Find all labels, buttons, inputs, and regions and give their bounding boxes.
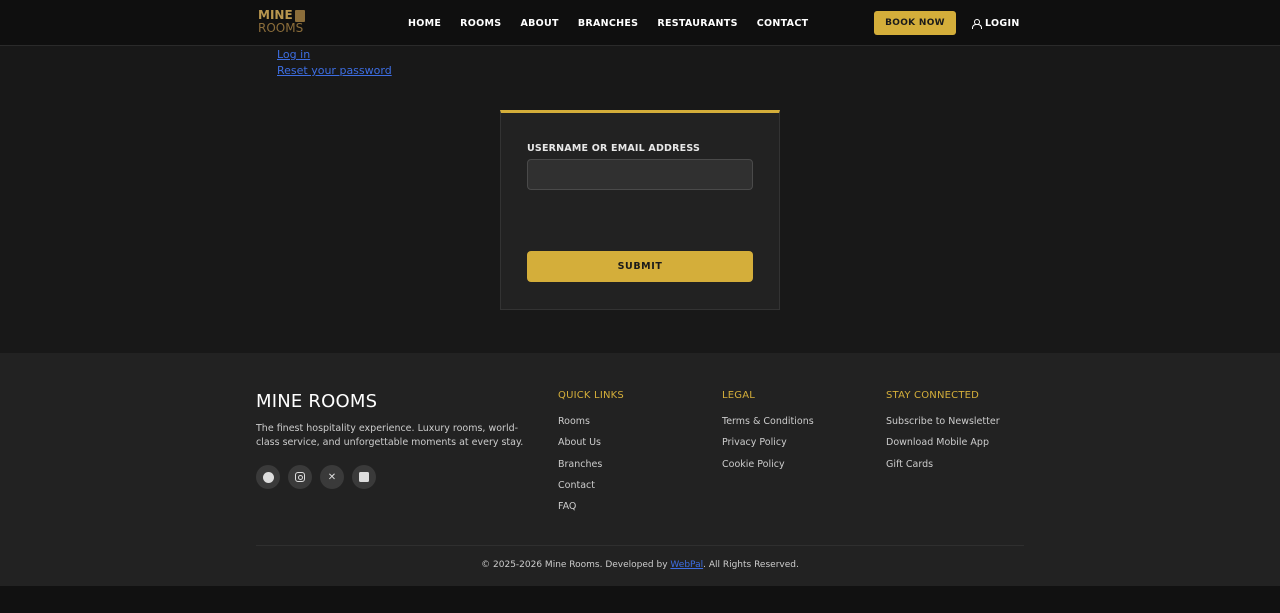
username-input[interactable] (527, 159, 753, 190)
nav-home[interactable]: HOME (408, 18, 441, 29)
facebook-icon[interactable] (256, 465, 280, 489)
nav-about[interactable]: ABOUT (520, 18, 558, 29)
developer-link[interactable]: WebPal (670, 560, 703, 570)
footer-link-mobile-app[interactable]: Download Mobile App (886, 432, 1000, 453)
footer-link-cookies[interactable]: Cookie Policy (722, 454, 814, 475)
footer-link-contact[interactable]: Contact (558, 475, 624, 496)
footer-link-rooms[interactable]: Rooms (558, 411, 624, 432)
copyright: © 2025-2026 Mine Rooms. Developed by Web… (0, 560, 1280, 570)
footer-link-gift-cards[interactable]: Gift Cards (886, 454, 1000, 475)
instagram-icon[interactable] (288, 465, 312, 489)
login-label: LOGIN (985, 17, 1020, 29)
site-header: MINE ROOMS HOME ROOMS ABOUT BRANCHES RES… (0, 0, 1280, 46)
book-now-button[interactable]: BOOK NOW (874, 11, 956, 35)
nav-contact[interactable]: CONTACT (757, 18, 809, 29)
x-icon[interactable]: ✕ (320, 465, 344, 489)
footer-link-about-us[interactable]: About Us (558, 432, 624, 453)
log-in-link[interactable]: Log in (277, 47, 392, 63)
logo-text-rooms: ROOMS (258, 21, 304, 35)
stay-connected-column: STAY CONNECTED Subscribe to Newsletter D… (886, 390, 1000, 475)
username-label: USERNAME OR EMAIL ADDRESS (527, 143, 700, 154)
footer-link-terms[interactable]: Terms & Conditions (722, 411, 814, 432)
footer-link-branches[interactable]: Branches (558, 454, 624, 475)
quick-links-column: QUICK LINKS Rooms About Us Branches Cont… (558, 390, 624, 517)
building-icon (294, 9, 305, 22)
footer-brand: MINE ROOMS The finest hospitality experi… (256, 391, 536, 450)
social-links: ✕ (256, 465, 376, 489)
footer-link-newsletter[interactable]: Subscribe to Newsletter (886, 411, 1000, 432)
footer-link-faq[interactable]: FAQ (558, 496, 624, 517)
reset-password-form: USERNAME OR EMAIL ADDRESS SUBMIT (500, 110, 780, 310)
site-footer: MINE ROOMS The finest hospitality experi… (0, 353, 1280, 586)
login-link[interactable]: LOGIN (972, 0, 1020, 46)
nav-branches[interactable]: BRANCHES (578, 18, 639, 29)
user-icon (972, 18, 982, 29)
page-bottom-strip (0, 586, 1280, 613)
footer-divider (256, 545, 1024, 546)
copyright-suffix: . All Rights Reserved. (703, 560, 799, 570)
site-logo[interactable]: MINE ROOMS (258, 9, 310, 37)
nav-restaurants[interactable]: RESTAURANTS (657, 18, 737, 29)
footer-brand-name: MINE ROOMS (256, 391, 378, 412)
reset-password-link[interactable]: Reset your password (277, 63, 392, 79)
nav-rooms[interactable]: ROOMS (460, 18, 501, 29)
legal-title: LEGAL (722, 390, 756, 401)
linkedin-icon[interactable] (352, 465, 376, 489)
legal-column: LEGAL Terms & Conditions Privacy Policy … (722, 390, 814, 475)
copyright-prefix: © 2025-2026 Mine Rooms. Developed by (481, 560, 668, 570)
stay-connected-title: STAY CONNECTED (886, 390, 980, 401)
main-nav: HOME ROOMS ABOUT BRANCHES RESTAURANTS CO… (408, 0, 808, 46)
footer-description: The finest hospitality experience. Luxur… (256, 423, 524, 448)
footer-link-privacy[interactable]: Privacy Policy (722, 432, 814, 453)
account-links: Log in Reset your password (277, 47, 392, 79)
quick-links-title: QUICK LINKS (558, 390, 624, 401)
submit-button[interactable]: SUBMIT (527, 251, 753, 282)
